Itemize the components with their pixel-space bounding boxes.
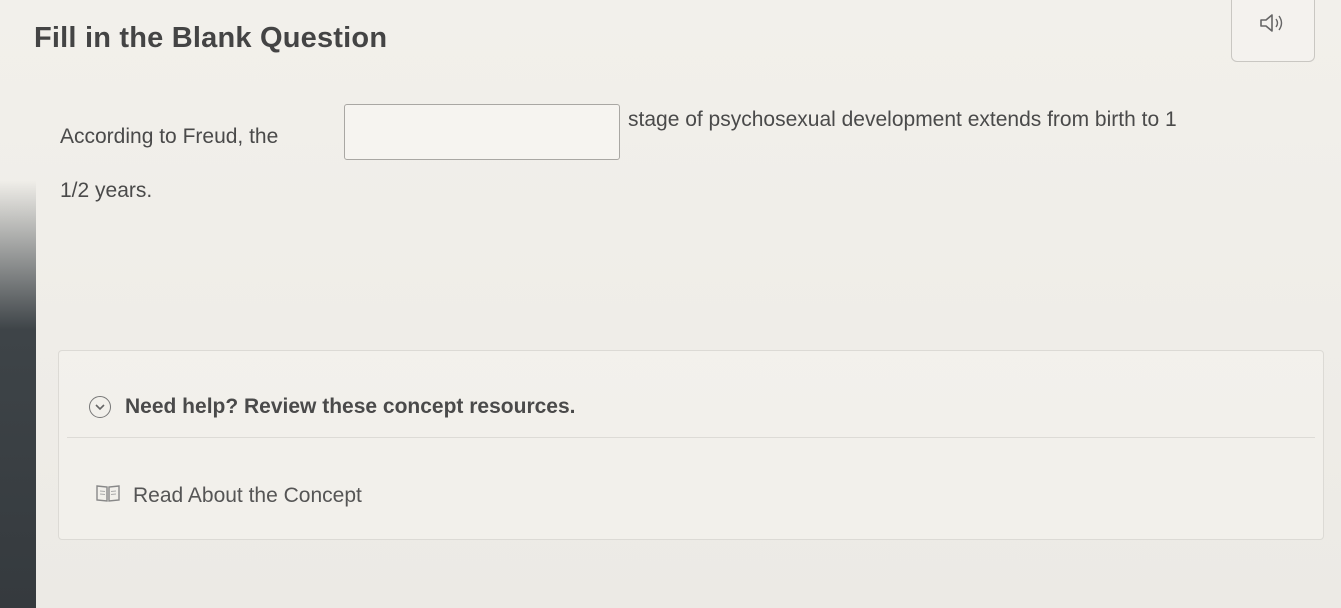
- question-line-1: According to Freud, the stage of psychos…: [60, 104, 1320, 164]
- question-text-continued: 1/2 years.: [60, 179, 153, 202]
- question-text-before: According to Freud, the: [60, 125, 279, 148]
- divider: [67, 437, 1315, 438]
- question-type-title: Fill in the Blank Question: [34, 22, 388, 54]
- concept-resources-heading: Need help? Review these concept resource…: [125, 395, 576, 418]
- read-aloud-button[interactable]: [1231, 0, 1315, 62]
- question-text-after: stage of psychosexual development extend…: [628, 108, 1177, 131]
- read-about-concept-link[interactable]: Read About the Concept: [95, 483, 362, 508]
- fill-in-blank-input[interactable]: [344, 104, 620, 160]
- concept-resources-panel: Need help? Review these concept resource…: [58, 350, 1324, 540]
- window-edge: [0, 180, 36, 608]
- read-about-concept-label: Read About the Concept: [133, 483, 362, 507]
- speaker-icon: [1260, 13, 1283, 32]
- concept-resources-toggle[interactable]: Need help? Review these concept resource…: [89, 395, 576, 419]
- book-icon: [95, 483, 121, 508]
- chevron-down-icon: [89, 396, 111, 418]
- question-page: Fill in the Blank Question According to …: [0, 0, 1341, 608]
